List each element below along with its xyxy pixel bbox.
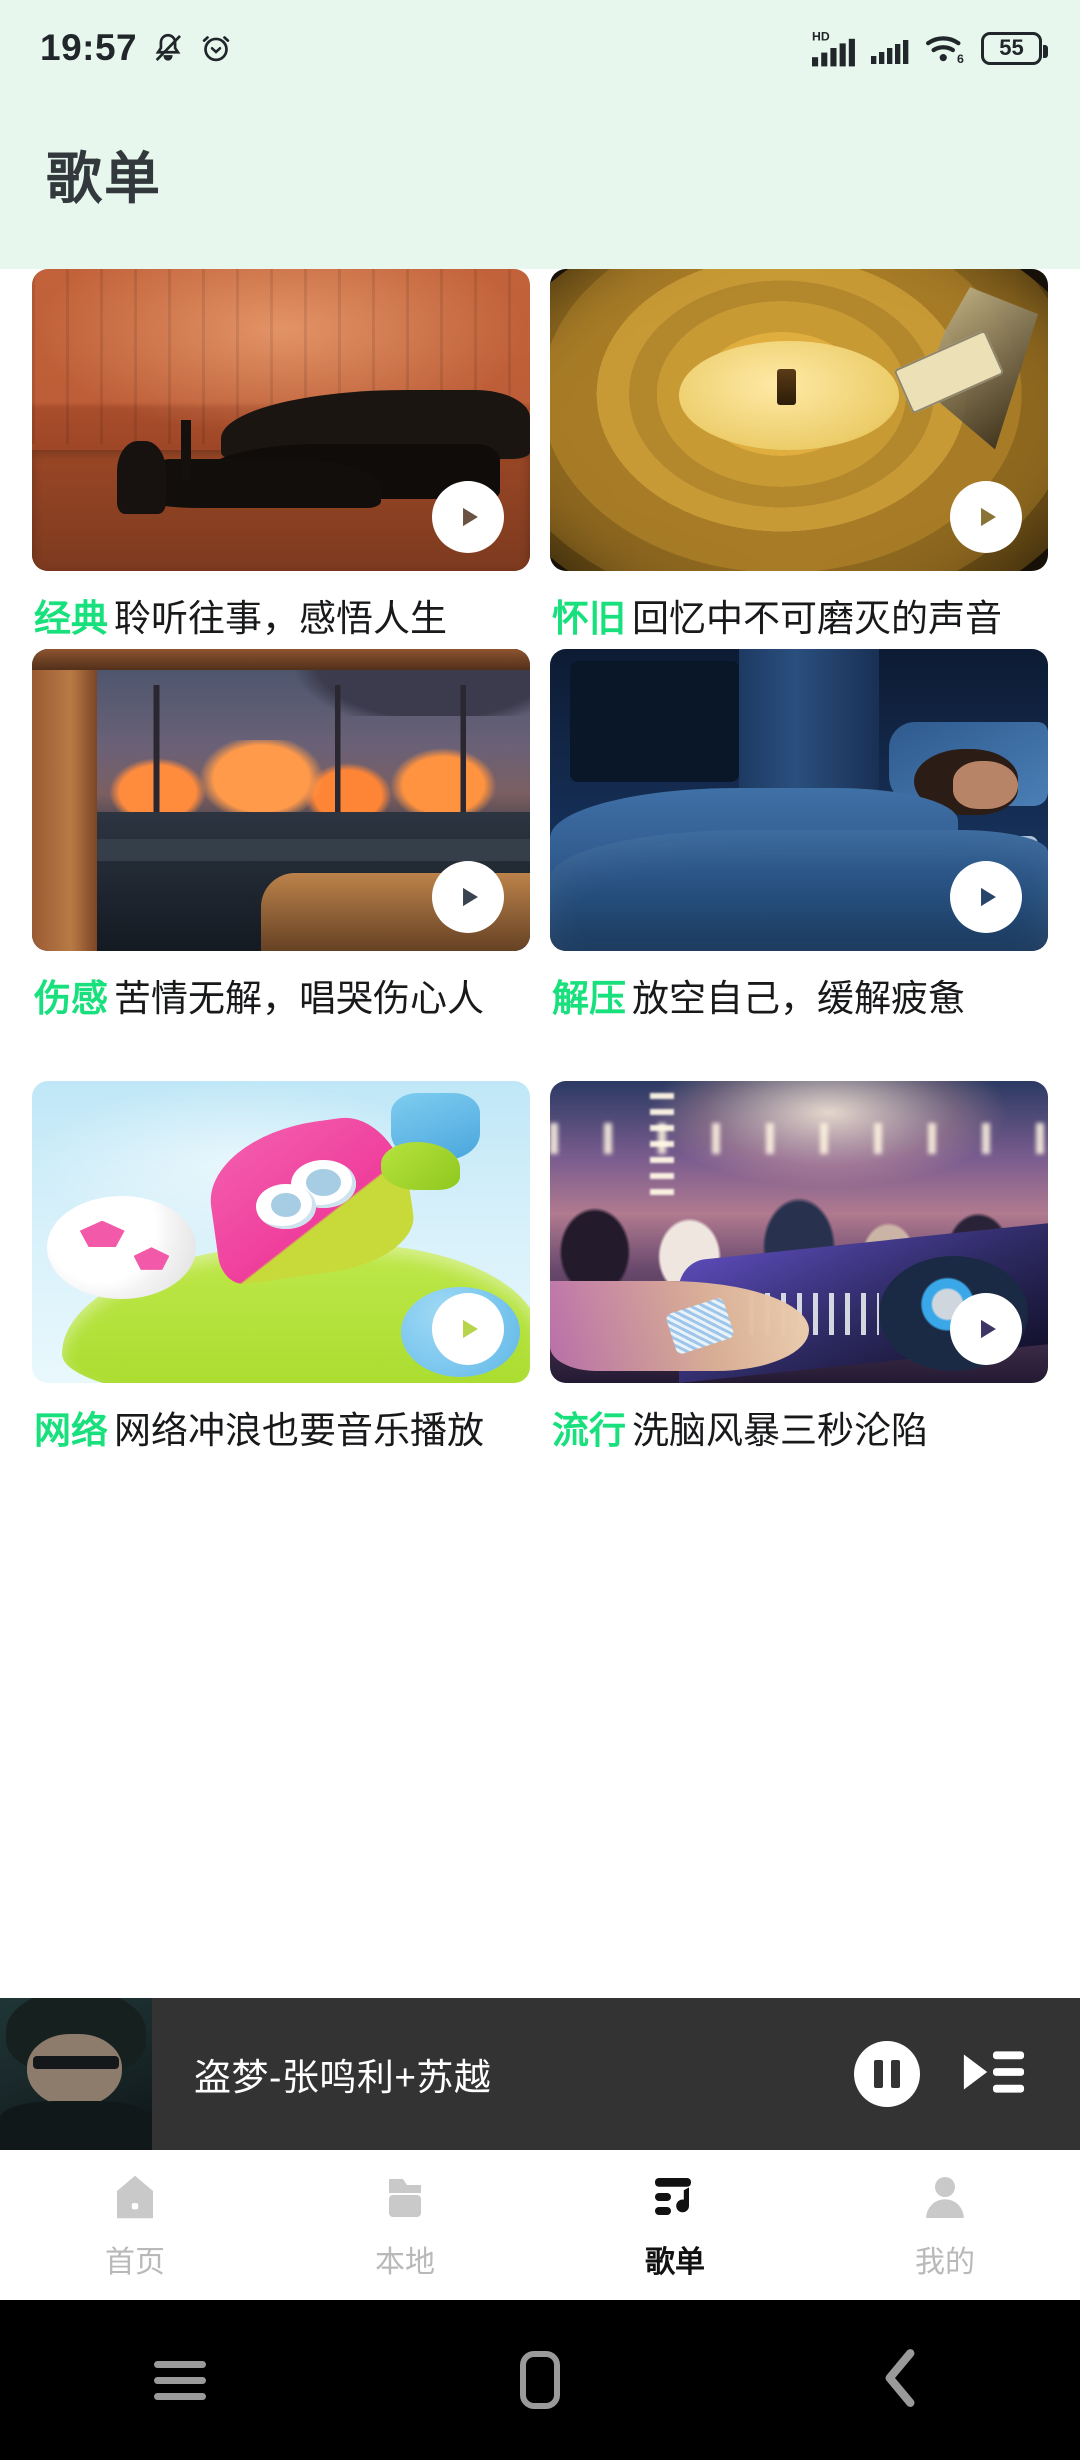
header: 歌单 [0, 96, 1080, 269]
now-playing-title: 盗梦-张鸣利+苏越 [194, 2057, 492, 2098]
back-icon [877, 2347, 923, 2414]
playlist-grid-container: 经典 聆听往事，感悟人生 怀旧 回忆中不可磨灭的声音 伤感 苦情无解，唱哭伤心人… [0, 269, 1080, 1462]
nav-item-local[interactable]: 本地 [270, 2169, 540, 2281]
status-bar-clock: 19:57 [40, 27, 138, 68]
hd-signal-icon: HD [812, 28, 858, 68]
nav-item-home[interactable]: 首页 [0, 2169, 270, 2281]
playlist-cover[interactable] [550, 1081, 1048, 1384]
playlist-desc: 聆听往事，感悟人生 [114, 598, 447, 639]
playlist-tag: 解压 [552, 978, 626, 1020]
status-bar-left: 19:57 [40, 27, 233, 69]
status-bar-right: HD 6 55 [812, 28, 1048, 68]
playlist-card[interactable]: 网络 网络冲浪也要音乐播放 [22, 1081, 540, 1455]
playlist-desc: 放空自己，缓解疲惫 [632, 978, 965, 1020]
mini-player-actions [854, 2041, 1080, 2107]
nav-item-playlist[interactable]: 歌单 [540, 2169, 810, 2281]
mini-player[interactable]: 盗梦-张鸣利+苏越 [0, 1998, 1080, 2150]
pause-icon[interactable] [854, 2041, 920, 2107]
playlist-tag: 流行 [552, 1410, 626, 1452]
recents-button[interactable] [0, 2352, 360, 2409]
bottom-navigation: 首页 本地 歌单 我的 [0, 2150, 1080, 2300]
playlist-cover[interactable] [550, 649, 1048, 952]
nav-label: 我的 [915, 2246, 975, 2279]
playlist-card[interactable]: 伤感 苦情无解，唱哭伤心人 [22, 649, 540, 1023]
play-icon[interactable] [950, 861, 1022, 934]
playlist-caption: 网络 网络冲浪也要音乐播放 [32, 1407, 530, 1455]
phone-screen: 19:57 HD 6 55 歌单 经典 聆听往事，感悟人生 怀旧 回忆中不可磨灭… [0, 0, 1080, 2460]
back-button[interactable] [720, 2347, 1080, 2414]
playlist-caption: 经典 聆听往事，感悟人生 [32, 595, 530, 643]
nav-label: 本地 [375, 2246, 435, 2279]
playlist-tag: 伤感 [34, 978, 108, 1020]
bell-muted-icon [151, 31, 185, 65]
now-playing-artwork[interactable] [0, 1998, 152, 2150]
battery-icon: 55 [981, 31, 1048, 65]
play-icon[interactable] [432, 481, 504, 553]
folder-icon [379, 2169, 431, 2223]
nav-label: 首页 [105, 2246, 165, 2279]
home-button[interactable] [360, 2351, 720, 2409]
play-icon[interactable] [950, 1293, 1022, 1366]
playlist-card[interactable]: 经典 聆听往事，感悟人生 [22, 269, 540, 643]
svg-text:6: 6 [957, 52, 964, 66]
playlist-card[interactable]: 怀旧 回忆中不可磨灭的声音 [540, 269, 1058, 643]
playlist-music-icon [649, 2169, 701, 2223]
wifi6-icon: 6 [924, 29, 968, 67]
alarm-clock-icon [199, 31, 233, 65]
playlist-desc: 苦情无解，唱哭伤心人 [114, 978, 484, 1020]
playlist-desc: 洗脑风暴三秒沦陷 [632, 1410, 928, 1452]
home-icon [109, 2169, 161, 2223]
person-icon [919, 2169, 971, 2223]
playlist-cover[interactable] [550, 269, 1048, 571]
home-icon [520, 2351, 560, 2409]
battery-level: 55 [999, 35, 1024, 60]
play-icon[interactable] [432, 861, 504, 934]
playlist-desc: 网络冲浪也要音乐播放 [114, 1410, 484, 1452]
playlist-caption: 伤感 苦情无解，唱哭伤心人 [32, 975, 530, 1023]
page-title: 歌单 [46, 147, 162, 210]
playlist-tag: 经典 [34, 598, 108, 639]
playlist-grid: 经典 聆听往事，感悟人生 怀旧 回忆中不可磨灭的声音 伤感 苦情无解，唱哭伤心人… [22, 269, 1058, 1461]
nav-item-profile[interactable]: 我的 [810, 2169, 1080, 2281]
playlist-cover[interactable] [32, 649, 530, 952]
nav-label: 歌单 [645, 2246, 705, 2279]
play-icon[interactable] [950, 481, 1022, 553]
svg-text:HD: HD [812, 29, 830, 43]
playlist-queue-icon[interactable] [960, 2044, 1026, 2105]
playlist-caption: 怀旧 回忆中不可磨灭的声音 [550, 595, 1048, 643]
signal-icon [871, 30, 911, 66]
recents-icon [154, 2352, 206, 2409]
playlist-cover[interactable] [32, 1081, 530, 1384]
playlist-card[interactable]: 流行 洗脑风暴三秒沦陷 [540, 1081, 1058, 1455]
playlist-tag: 网络 [34, 1410, 108, 1452]
play-icon[interactable] [432, 1293, 504, 1366]
android-navigation-bar [0, 2300, 1080, 2460]
playlist-tag: 怀旧 [552, 598, 626, 639]
playlist-desc: 回忆中不可磨灭的声音 [632, 598, 1002, 639]
playlist-cover[interactable] [32, 269, 530, 571]
playlist-caption: 解压 放空自己，缓解疲惫 [550, 975, 1048, 1023]
playlist-card[interactable]: 解压 放空自己，缓解疲惫 [540, 649, 1058, 1023]
status-bar: 19:57 HD 6 55 [0, 0, 1080, 96]
grid-row-spacer [22, 1029, 1058, 1081]
playlist-caption: 流行 洗脑风暴三秒沦陷 [550, 1407, 1048, 1455]
